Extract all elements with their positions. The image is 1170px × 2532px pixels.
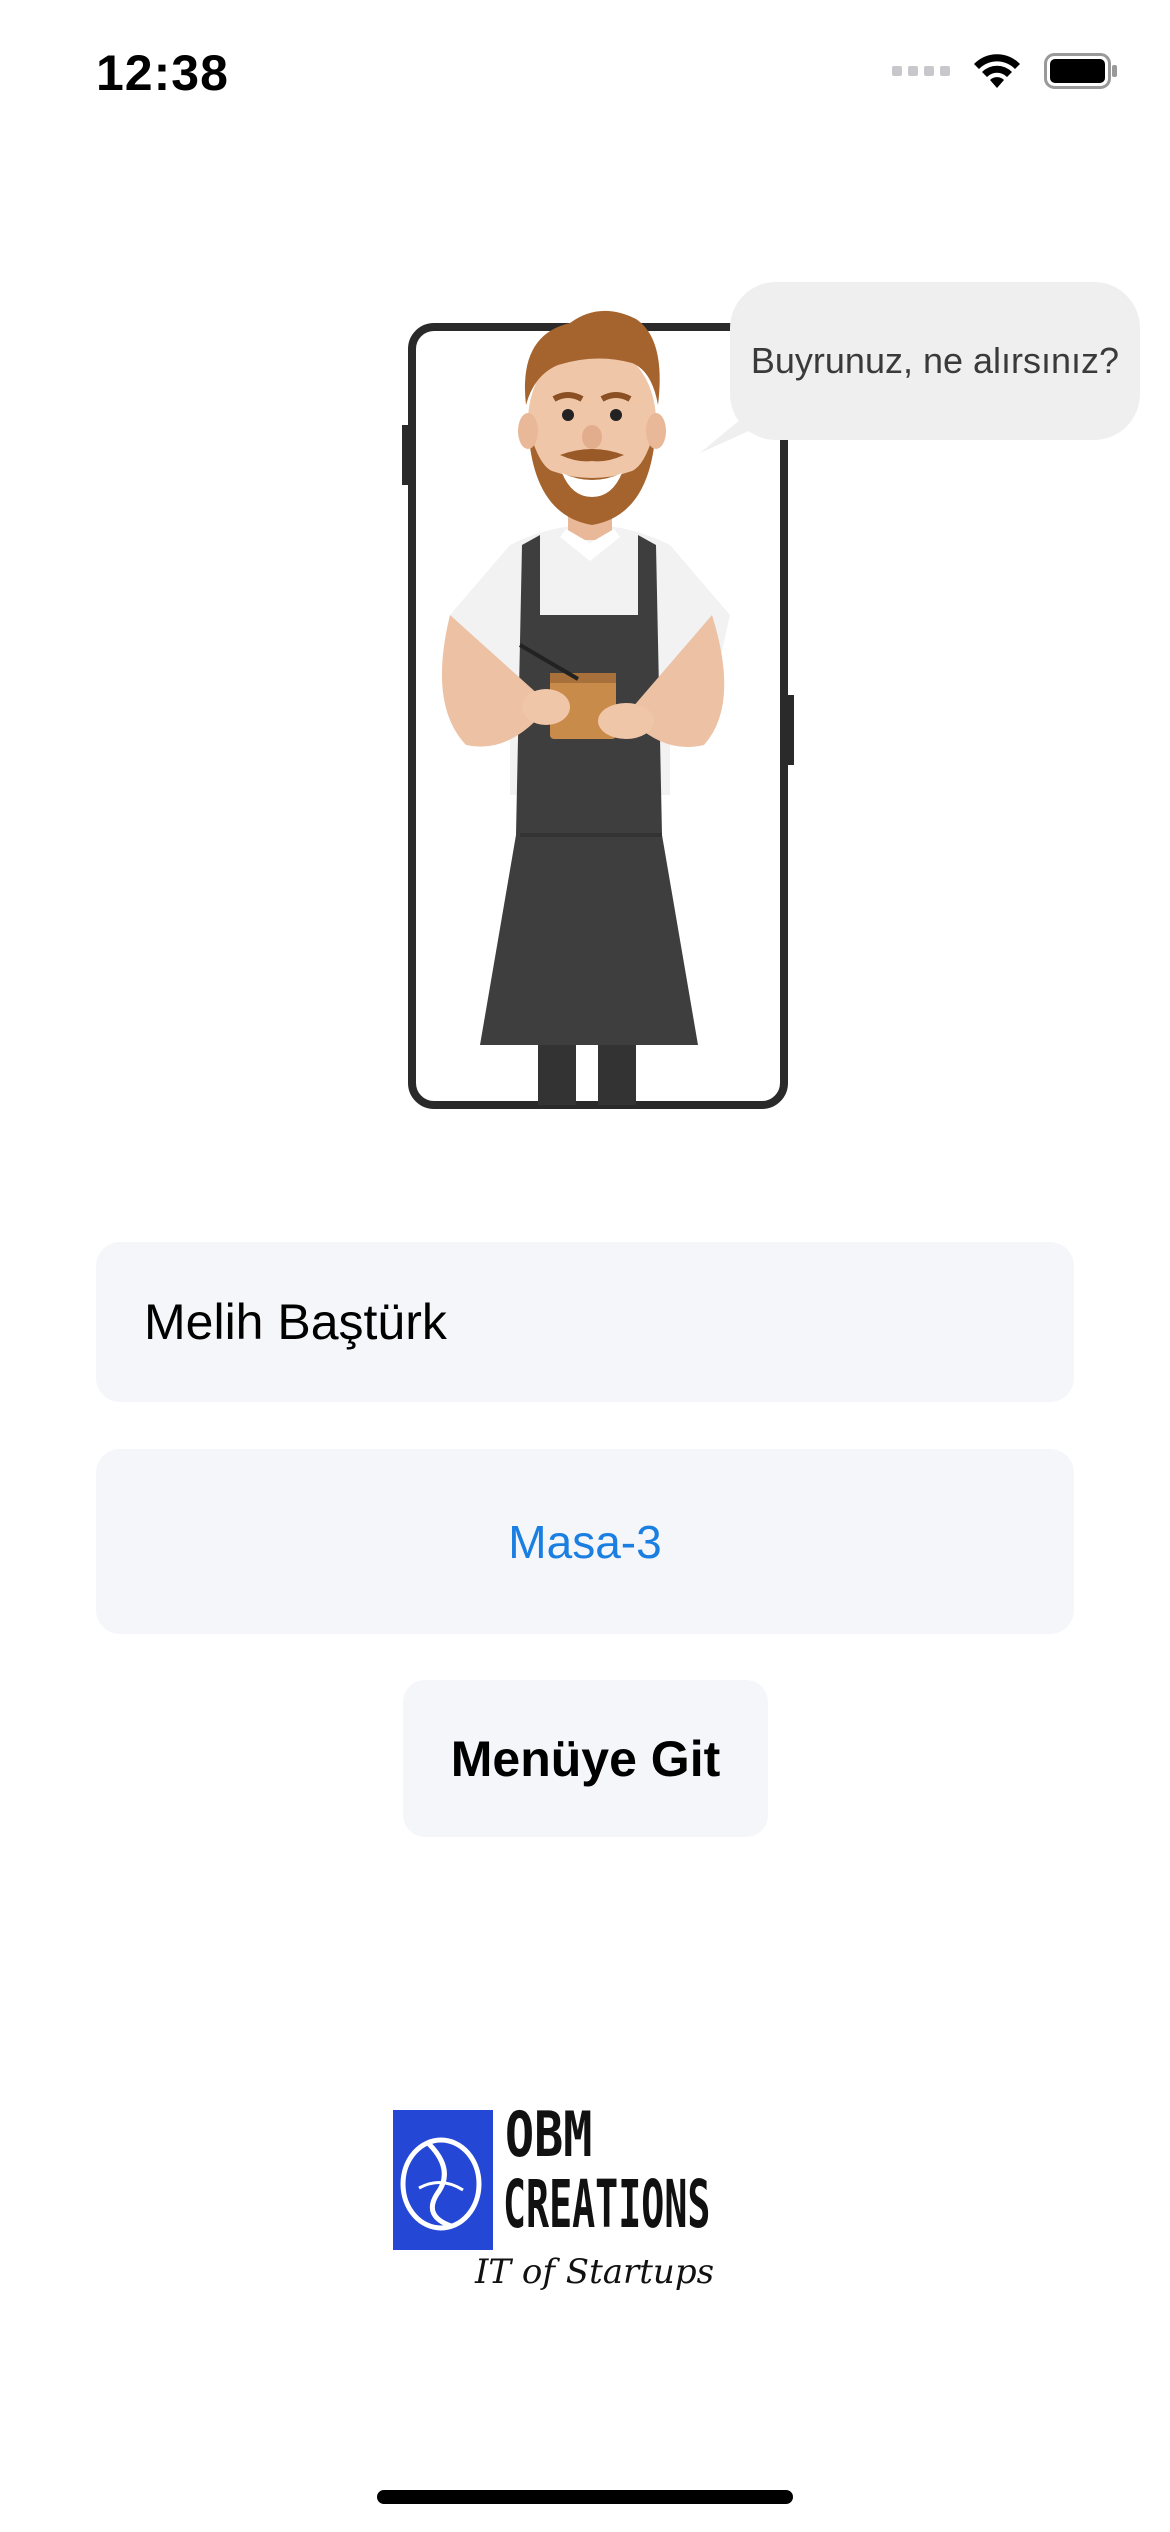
home-indicator[interactable] bbox=[377, 2490, 793, 2504]
logo-mark-icon bbox=[393, 2110, 493, 2250]
customer-name-field[interactable] bbox=[96, 1242, 1074, 1402]
obm-creations-logo: OBM CREATIONS IT of Startups bbox=[393, 2100, 803, 2310]
logo-text-obm: OBM bbox=[505, 2098, 593, 2171]
logo-text-creations: CREATIONS bbox=[503, 2166, 711, 2243]
logo-tagline: IT of Startups bbox=[475, 2252, 715, 2292]
status-bar: 12:38 bbox=[0, 0, 1170, 150]
go-to-menu-button[interactable]: Menüye Git bbox=[403, 1680, 768, 1837]
speech-bubble: Buyrunuz, ne alırsınız? bbox=[730, 282, 1140, 440]
wifi-icon bbox=[974, 54, 1020, 88]
status-time: 12:38 bbox=[96, 45, 229, 101]
table-picker[interactable]: Masa-3 bbox=[96, 1449, 1074, 1634]
status-icons bbox=[892, 52, 1118, 90]
battery-icon bbox=[1044, 53, 1117, 89]
cellular-signal-icon bbox=[892, 66, 950, 76]
